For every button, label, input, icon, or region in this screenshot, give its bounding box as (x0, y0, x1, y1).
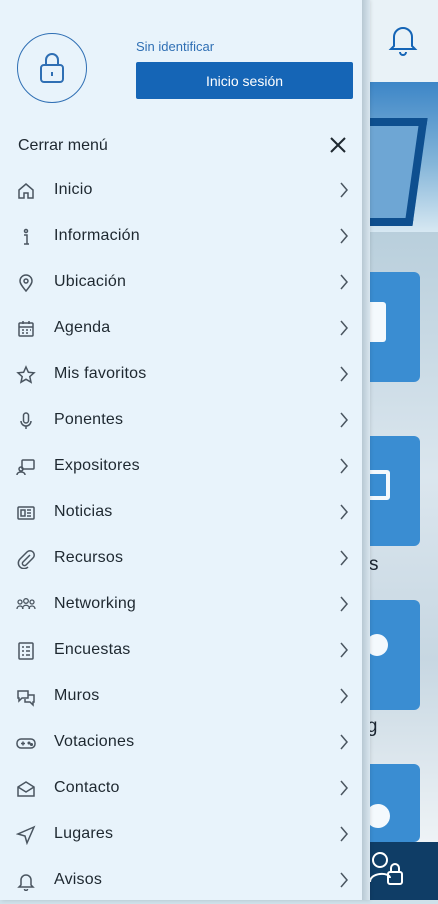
menu-item-label: Networking (54, 595, 137, 612)
menu-item-label: Agenda (54, 319, 111, 336)
menu-item-ubicacion[interactable]: Ubicación (0, 260, 362, 306)
menu-item-inicio[interactable]: Inicio (0, 168, 362, 214)
chevron-right-icon (340, 228, 348, 244)
menu-item-informacion[interactable]: Información (0, 214, 362, 260)
menu-item-label: Inicio (54, 181, 93, 198)
menu-item-agenda[interactable]: Agenda (0, 306, 362, 352)
chevron-right-icon (340, 826, 348, 842)
menu-item-label: Expositores (54, 457, 140, 474)
paperclip-icon (17, 550, 35, 569)
location-pin-icon (19, 274, 33, 293)
menu-item-muros[interactable]: Muros (0, 674, 362, 720)
user-lock-icon[interactable] (368, 848, 406, 888)
menu-item-label: Noticias (54, 503, 113, 520)
menu-item-lugares[interactable]: Lugares (0, 812, 362, 858)
menu-item-label: Ponentes (54, 411, 124, 428)
login-button[interactable]: Inicio sesión (136, 62, 353, 99)
chevron-right-icon (340, 504, 348, 520)
survey-icon (18, 642, 34, 660)
star-icon (16, 365, 36, 384)
menu-item-label: Encuestas (54, 641, 131, 658)
avatar[interactable] (17, 33, 87, 103)
envelope-icon (17, 781, 35, 797)
navigation-drawer: Sin identificar Inicio sesión Cerrar men… (0, 0, 368, 900)
menu-item-networking[interactable]: Networking (0, 582, 362, 628)
chevron-right-icon (340, 780, 348, 796)
close-menu-label: Cerrar menú (18, 137, 108, 154)
menu-item-label: Ubicación (54, 273, 127, 290)
chevron-right-icon (340, 596, 348, 612)
close-menu-row[interactable]: Cerrar menú (0, 128, 362, 168)
chevron-right-icon (340, 734, 348, 750)
close-icon[interactable] (327, 134, 349, 156)
menu-item-encuestas[interactable]: Encuestas (0, 628, 362, 674)
newspaper-icon (17, 506, 35, 520)
menu-item-label: Avisos (54, 871, 103, 888)
lock-icon (40, 53, 64, 83)
chevron-right-icon (340, 366, 348, 382)
menu-item-mis-favoritos[interactable]: Mis favoritos (0, 352, 362, 398)
navigation-arrow-icon (16, 825, 36, 845)
menu-item-label: Recursos (54, 549, 124, 566)
chevron-right-icon (340, 688, 348, 704)
menu-item-recursos[interactable]: Recursos (0, 536, 362, 582)
exhibitor-icon (16, 459, 35, 476)
chevron-right-icon (340, 412, 348, 428)
menu-item-label: Mis favoritos (54, 365, 147, 382)
chat-bubbles-icon (17, 690, 35, 707)
menu-item-expositores[interactable]: Expositores (0, 444, 362, 490)
menu-item-ponentes[interactable]: Ponentes (0, 398, 362, 444)
menu-item-votaciones[interactable]: Votaciones (0, 720, 362, 766)
chevron-right-icon (340, 642, 348, 658)
menu-item-noticias[interactable]: Noticias (0, 490, 362, 536)
notifications-bell-icon[interactable] (386, 22, 420, 58)
chevron-right-icon (340, 274, 348, 290)
microphone-icon (20, 412, 32, 429)
gamepad-icon (16, 738, 36, 749)
info-icon (23, 228, 29, 245)
menu-item-label: Contacto (54, 779, 120, 796)
menu-item-avisos[interactable]: Avisos (0, 858, 362, 904)
menu-item-label: Votaciones (54, 733, 135, 750)
chevron-right-icon (340, 872, 348, 888)
menu-item-label: Información (54, 227, 140, 244)
people-icon (16, 598, 36, 610)
menu-item-contacto[interactable]: Contacto (0, 766, 362, 812)
menu-item-label: Lugares (54, 825, 114, 842)
chevron-right-icon (340, 182, 348, 198)
chevron-right-icon (340, 320, 348, 336)
bell-icon (17, 874, 35, 891)
home-icon (18, 183, 34, 199)
menu-item-label: Muros (54, 687, 100, 704)
drawer-scrollbar[interactable] (362, 0, 370, 900)
calendar-icon (18, 321, 34, 337)
chevron-right-icon (340, 550, 348, 566)
user-status: Sin identificar (136, 39, 215, 54)
chevron-right-icon (340, 458, 348, 474)
